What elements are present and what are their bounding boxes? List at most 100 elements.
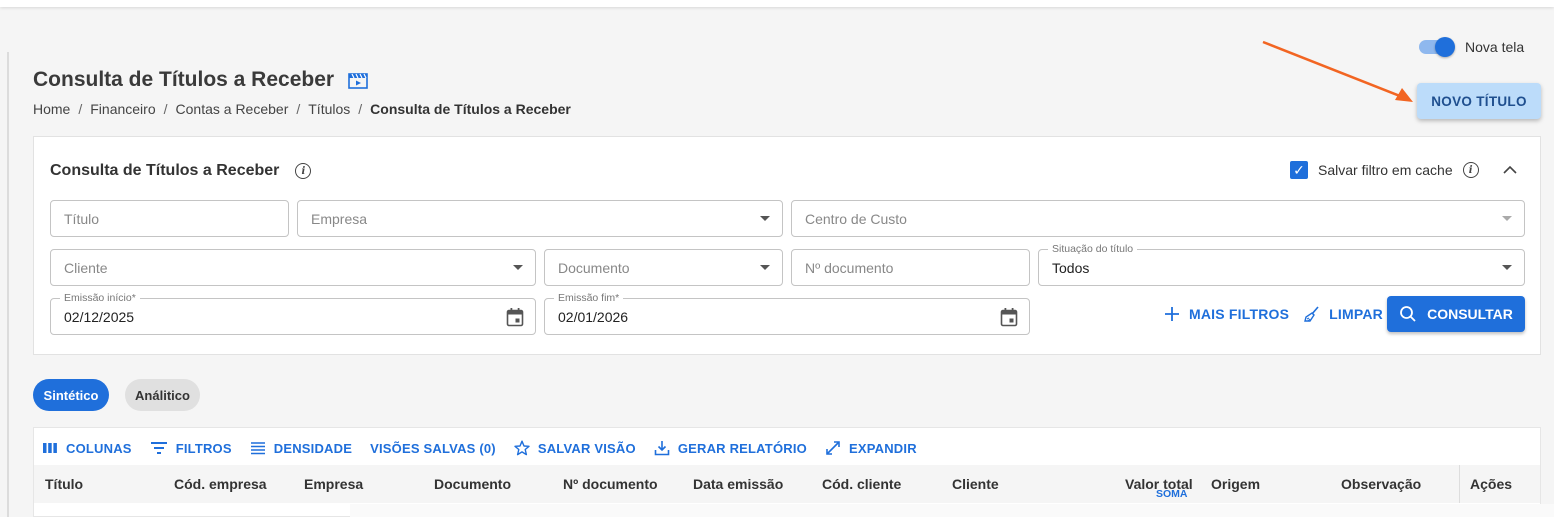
column-header-observacao[interactable]: Observação	[1341, 476, 1421, 492]
filtros-button[interactable]: FILTROS	[150, 441, 232, 456]
calendar-icon[interactable]	[506, 307, 524, 327]
expand-icon	[826, 441, 840, 455]
calendar-icon[interactable]	[1000, 307, 1018, 327]
breadcrumb-separator: /	[78, 101, 83, 117]
limpar-button[interactable]: LIMPAR	[1304, 306, 1383, 322]
breadcrumb-contas-receber[interactable]: Contas a Receber	[176, 101, 289, 117]
centro-custo-select[interactable]: Centro de Custo	[791, 200, 1525, 237]
breadcrumb-separator: /	[163, 101, 168, 117]
n-documento-input[interactable]: Nº documento	[791, 249, 1030, 286]
toggle-label: Nova tela	[1465, 39, 1525, 55]
column-divider	[1459, 465, 1460, 503]
tab-sintetico[interactable]: Sintético	[33, 379, 109, 411]
empresa-placeholder: Empresa	[311, 210, 368, 227]
cliente-select[interactable]: Cliente	[50, 249, 536, 286]
consultar-label: CONSULTAR	[1427, 306, 1513, 322]
column-header-empresa[interactable]: Empresa	[304, 476, 363, 492]
soma-label: SOMA	[1156, 488, 1188, 500]
densidade-label: DENSIDADE	[273, 440, 353, 456]
annotation-arrow	[1262, 40, 1413, 102]
breadcrumb-financeiro[interactable]: Financeiro	[90, 101, 155, 117]
toggle-switch[interactable]	[1418, 37, 1456, 57]
consultar-button[interactable]: CONSULTAR	[1387, 296, 1525, 332]
breadcrumb-home[interactable]: Home	[33, 101, 70, 117]
emissao-inicio-value: 02/12/2025	[64, 308, 135, 325]
emissao-inicio-input[interactable]: Emissão início* 02/12/2025	[50, 292, 536, 335]
grid-toolbar: COLUNAS FILTROS DENSIDADE VISÕES SALVAS …	[42, 440, 917, 456]
save-cache-label: Salvar filtro em cache	[1318, 162, 1453, 178]
page: Nova tela Consulta de Títulos a Receber …	[0, 0, 1554, 517]
video-tutorial-icon[interactable]	[348, 71, 368, 89]
columns-icon	[43, 443, 57, 453]
breadcrumb-titulos[interactable]: Títulos	[308, 101, 350, 117]
chevron-down-icon	[1502, 265, 1512, 270]
column-header-n-documento[interactable]: Nº documento	[563, 476, 658, 492]
breadcrumb-separator: /	[296, 101, 301, 117]
column-header-data-emissao[interactable]: Data emissão	[693, 476, 783, 492]
limpar-label: LIMPAR	[1329, 306, 1383, 322]
filter-card-header: Consulta de Títulos a Receber i	[50, 162, 312, 180]
column-header-cod-cliente[interactable]: Cód. cliente	[822, 476, 901, 492]
nova-tela-toggle[interactable]: Nova tela	[1418, 37, 1524, 57]
cliente-placeholder: Cliente	[64, 259, 108, 276]
column-header-titulo[interactable]: Título	[45, 476, 83, 492]
n-documento-placeholder: Nº documento	[805, 259, 894, 276]
gerar-relatorio-label: GERAR RELATÓRIO	[677, 440, 807, 456]
search-icon	[1400, 306, 1416, 322]
gerar-relatorio-button[interactable]: GERAR RELATÓRIO	[654, 440, 807, 456]
emissao-inicio-label: Emissão início*	[60, 292, 140, 304]
empresa-select[interactable]: Empresa	[297, 200, 783, 237]
titulo-input[interactable]: Título	[50, 200, 289, 237]
filter-card: Consulta de Títulos a Receber i ✓ Salvar…	[33, 136, 1541, 355]
filter-card-title: Consulta de Títulos a Receber	[50, 162, 280, 179]
visoes-salvas-button[interactable]: VISÕES SALVAS (0)	[370, 441, 496, 456]
emissao-fim-label: Emissão fim*	[554, 292, 624, 304]
expandir-button[interactable]: EXPANDIR	[825, 440, 917, 456]
breadcrumb-current: Consulta de Títulos a Receber	[370, 101, 571, 117]
chevron-down-icon	[1502, 216, 1512, 221]
breadcrumb: Home / Financeiro / Contas a Receber / T…	[33, 101, 571, 117]
centro-custo-placeholder: Centro de Custo	[805, 210, 907, 227]
mais-filtros-button[interactable]: MAIS FILTROS	[1164, 306, 1289, 322]
download-icon	[654, 441, 670, 456]
chevron-up-icon[interactable]	[1503, 165, 1517, 175]
info-icon[interactable]: i	[1462, 162, 1479, 178]
filter-actions: MAIS FILTROS LIMPAR	[1164, 296, 1383, 332]
star-icon	[514, 440, 530, 456]
situacao-select[interactable]: Situação do título Todos	[1038, 243, 1525, 286]
emissao-fim-input[interactable]: Emissão fim* 02/01/2026	[544, 292, 1030, 335]
situacao-value: Todos	[1052, 259, 1090, 276]
chevron-down-icon	[513, 265, 523, 270]
bottom-fade	[350, 504, 1554, 517]
grid-header-row: Título Cód. empresa Empresa Documento Nº…	[34, 465, 1540, 503]
chevron-down-icon	[760, 265, 770, 270]
column-header-cod-empresa[interactable]: Cód. empresa	[174, 476, 267, 492]
salvar-visao-button[interactable]: SALVAR VISÃO	[514, 440, 636, 456]
tab-analitico[interactable]: Análitico	[125, 379, 200, 411]
density-icon	[250, 442, 265, 455]
page-header: Consulta de Títulos a Receber	[33, 68, 368, 92]
colunas-button[interactable]: COLUNAS	[42, 441, 132, 456]
salvar-visao-label: SALVAR VISÃO	[537, 440, 636, 456]
mais-filtros-label: MAIS FILTROS	[1189, 306, 1290, 322]
column-header-cliente[interactable]: Cliente	[952, 476, 999, 492]
documento-select[interactable]: Documento	[544, 249, 783, 286]
left-divider	[7, 52, 9, 517]
info-icon[interactable]: i	[295, 163, 312, 179]
situacao-label: Situação do título	[1048, 243, 1138, 255]
toggle-knob	[1435, 37, 1455, 57]
broom-icon	[1304, 306, 1319, 322]
column-header-acoes: Ações	[1470, 476, 1513, 492]
filtros-label: FILTROS	[175, 440, 232, 456]
column-header-documento[interactable]: Documento	[434, 476, 511, 492]
densidade-button[interactable]: DENSIDADE	[250, 441, 352, 456]
visoes-salvas-label: VISÕES SALVAS (0)	[370, 440, 496, 456]
expandir-label: EXPANDIR	[848, 440, 917, 456]
column-header-origem[interactable]: Origem	[1211, 476, 1260, 492]
page-title: Consulta de Títulos a Receber	[33, 68, 335, 91]
breadcrumb-separator: /	[358, 101, 363, 117]
titulo-placeholder: Título	[64, 210, 100, 227]
colunas-label: COLUNAS	[66, 440, 132, 456]
novo-titulo-button[interactable]: NOVO TÍTULO	[1417, 83, 1541, 119]
save-cache-checkbox[interactable]: ✓	[1290, 161, 1308, 179]
